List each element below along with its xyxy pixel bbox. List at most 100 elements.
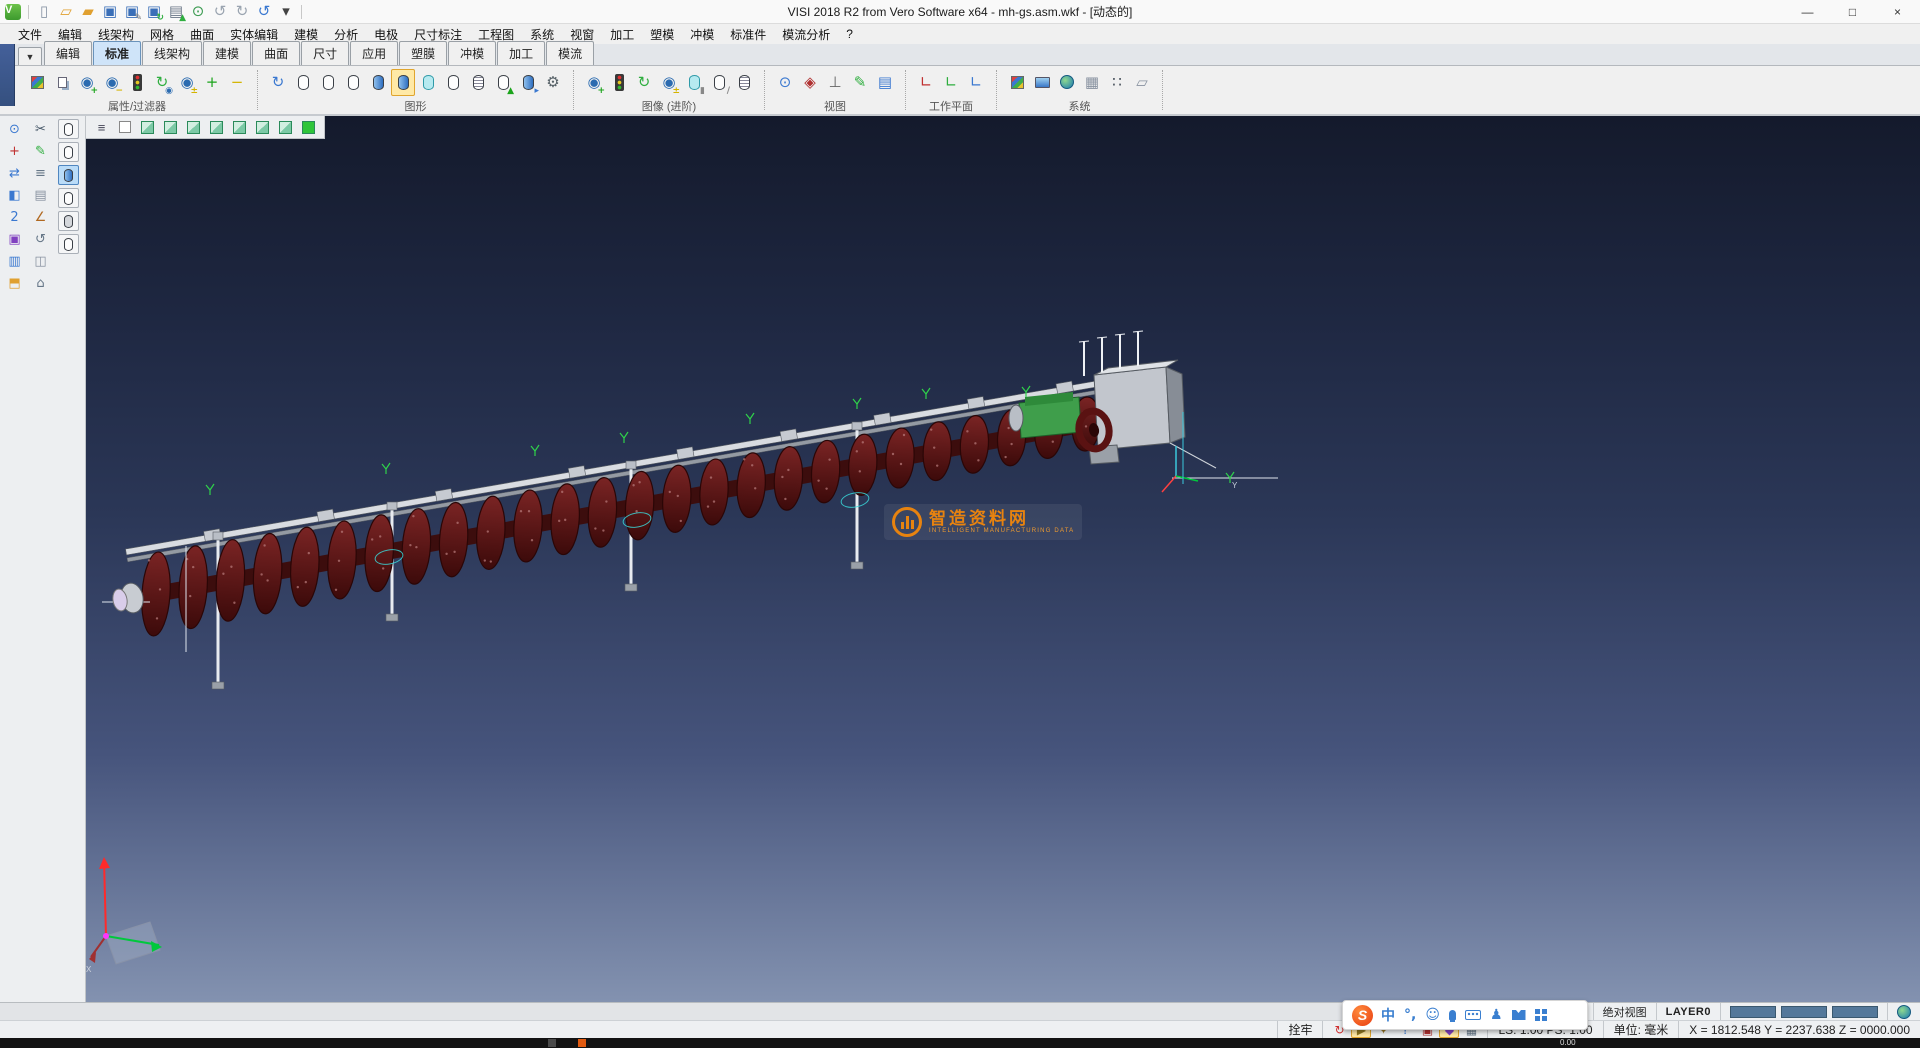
ime-skin-icon[interactable] [1512, 1010, 1526, 1020]
open-file-icon[interactable]: ▱ [56, 2, 76, 22]
refresh-visibility-icon[interactable]: ↻◉ [150, 69, 174, 96]
view-shaded-iso-button[interactable] [298, 118, 319, 136]
print-icon[interactable]: ▤▲ [166, 2, 186, 22]
history-icon[interactable]: ↺ [29, 229, 52, 249]
absolute-view-cell[interactable]: 绝对视图 [1593, 1003, 1656, 1020]
sogou-logo-icon[interactable]: S [1352, 1005, 1373, 1026]
3d-viewport[interactable]: YX ≡ 智造资料网 INTELLIGENT MANUFACTURING DAT… [86, 116, 1920, 1002]
sketch-view-icon[interactable]: ✎ [848, 69, 872, 96]
attribute-copy-icon[interactable] [50, 69, 74, 96]
menu-item-模流分析[interactable]: 模流分析 [774, 24, 838, 45]
tab-建模[interactable]: 建模 [203, 41, 251, 65]
wire-shade-cylinder-icon[interactable] [441, 69, 465, 96]
print-preview-icon[interactable]: ⊙ [188, 2, 208, 22]
adv-toggle-icon[interactable]: ◉± [657, 69, 681, 96]
ime-emoji-icon[interactable]: ☺ [1425, 1007, 1440, 1023]
close-button[interactable]: × [1875, 0, 1920, 23]
show-all-icon[interactable]: + [200, 69, 224, 96]
dynamic-view-icon[interactable]: ◈ [798, 69, 822, 96]
layer-color-swatch[interactable] [1781, 1006, 1827, 1018]
tab-模流[interactable]: 模流 [546, 41, 594, 65]
workplane-free-icon[interactable]: ∟ [964, 69, 988, 96]
adv-refresh-icon[interactable]: ↻ [632, 69, 656, 96]
3d-scene[interactable]: YX [86, 116, 1920, 1002]
tab-线架构[interactable]: 线架构 [142, 41, 202, 65]
maximize-button[interactable]: □ [1830, 0, 1875, 23]
axes-icon[interactable]: + [3, 141, 26, 161]
layers-icon[interactable]: ≡ [29, 163, 52, 183]
home-icon[interactable]: ⌂ [29, 273, 52, 293]
more-commands-icon[interactable]: ▾ [276, 2, 296, 22]
tab-冲模[interactable]: 冲模 [448, 41, 496, 65]
view-iso-button-6[interactable] [252, 118, 273, 136]
tab-加工[interactable]: 加工 [497, 41, 545, 65]
monitor-icon[interactable] [1030, 69, 1054, 96]
shaded-edges-cylinder-icon[interactable] [391, 69, 415, 96]
section-cylinder-icon[interactable]: ▮ [682, 69, 706, 96]
view-iso-button-2[interactable] [160, 118, 181, 136]
clipboard-icon[interactable]: ◫ [29, 251, 52, 271]
snap-grid-icon[interactable]: ∷ [1105, 69, 1129, 96]
save-as-icon[interactable]: ▣✎ [122, 2, 142, 22]
axonometric-view-icon[interactable]: ⊥ [823, 69, 847, 96]
redo-icon[interactable]: ↻ [232, 2, 252, 22]
tab-标准[interactable]: 标准 [93, 41, 141, 65]
display-hidden-button[interactable] [58, 142, 79, 162]
save-all-icon[interactable]: ▣↻ [144, 2, 164, 22]
menu-item-加工[interactable]: 加工 [602, 24, 642, 45]
tab-dropdown-button[interactable]: ▼ [18, 47, 42, 65]
display-settings-icon[interactable]: ⚙ [541, 69, 565, 96]
view-iso-button-4[interactable] [206, 118, 227, 136]
docked-panel-strip[interactable] [0, 44, 15, 106]
attribute-paint-icon[interactable] [25, 69, 49, 96]
dashed-cylinder-icon[interactable] [341, 69, 365, 96]
hide-all-icon[interactable]: − [225, 69, 249, 96]
ghost-view-icon[interactable] [732, 69, 756, 96]
menu-item-塑模[interactable]: 塑模 [642, 24, 682, 45]
color-table-icon[interactable] [1005, 69, 1029, 96]
sketch-icon[interactable]: ✎ [29, 141, 52, 161]
zoom-select-icon[interactable]: ⊙ [3, 119, 26, 139]
ime-toolbar[interactable]: S 中°,☺♟ [1342, 1000, 1588, 1030]
grid-icon[interactable]: ▦ [1080, 69, 1104, 96]
measure-icon[interactable]: ∠ [29, 207, 52, 227]
globe-icon[interactable] [1055, 69, 1079, 96]
refresh-shading-icon[interactable]: ↻ [266, 69, 290, 96]
lock-cell[interactable]: 拴牢 [1277, 1021, 1322, 1038]
units-cell[interactable]: 单位: 毫米 [1603, 1021, 1679, 1038]
workplane-xy-icon[interactable]: ∟ [914, 69, 938, 96]
clip-plane-icon[interactable]: ∕ [707, 69, 731, 96]
stamp-icon[interactable]: ▣ [3, 229, 26, 249]
undo-icon[interactable]: ↺ [210, 2, 230, 22]
display-wireframe-button[interactable] [58, 119, 79, 139]
ime-punctuation-icon[interactable]: °, [1404, 1007, 1416, 1023]
save-icon[interactable]: ▣ [100, 2, 120, 22]
view-iso-button-1[interactable] [137, 118, 158, 136]
tab-尺寸[interactable]: 尺寸 [301, 41, 349, 65]
adv-traffic-light-icon[interactable] [607, 69, 631, 96]
menu-item-标准件[interactable]: 标准件 [722, 24, 774, 45]
layer-color-swatch[interactable] [1832, 1006, 1878, 1018]
adv-show-entity-icon[interactable]: ◉+ [582, 69, 606, 96]
view-plan-button[interactable] [114, 118, 135, 136]
tab-塑膜[interactable]: 塑膜 [399, 41, 447, 65]
windows-taskbar-edge[interactable]: 0.00 [0, 1038, 1920, 1048]
two-d-icon[interactable]: 2 [3, 207, 26, 227]
wireframe-cylinder-icon[interactable] [291, 69, 315, 96]
trim-icon[interactable]: ✂ [29, 119, 52, 139]
toggle-visibility-icon[interactable]: ◉± [175, 69, 199, 96]
zoom-view-icon[interactable]: ⊙ [773, 69, 797, 96]
undo-history-icon[interactable]: ↺ [254, 2, 274, 22]
plane-grid-icon[interactable]: ▱ [1130, 69, 1154, 96]
tab-曲面[interactable]: 曲面 [252, 41, 300, 65]
globe-cell[interactable] [1887, 1003, 1920, 1020]
active-layer-cell[interactable]: LAYER0 [1656, 1003, 1720, 1020]
tab-应用[interactable]: 应用 [350, 41, 398, 65]
ime-keyboard-icon[interactable] [1465, 1010, 1481, 1020]
transparent-cylinder-icon[interactable] [416, 69, 440, 96]
ime-mic-icon[interactable] [1449, 1010, 1456, 1020]
view-iso-button-5[interactable] [229, 118, 250, 136]
notepad-icon[interactable]: ▤ [29, 185, 52, 205]
taskbar-app-icon-active[interactable] [578, 1039, 586, 1047]
viewport-hscrollbar[interactable] [0, 1003, 1483, 1020]
